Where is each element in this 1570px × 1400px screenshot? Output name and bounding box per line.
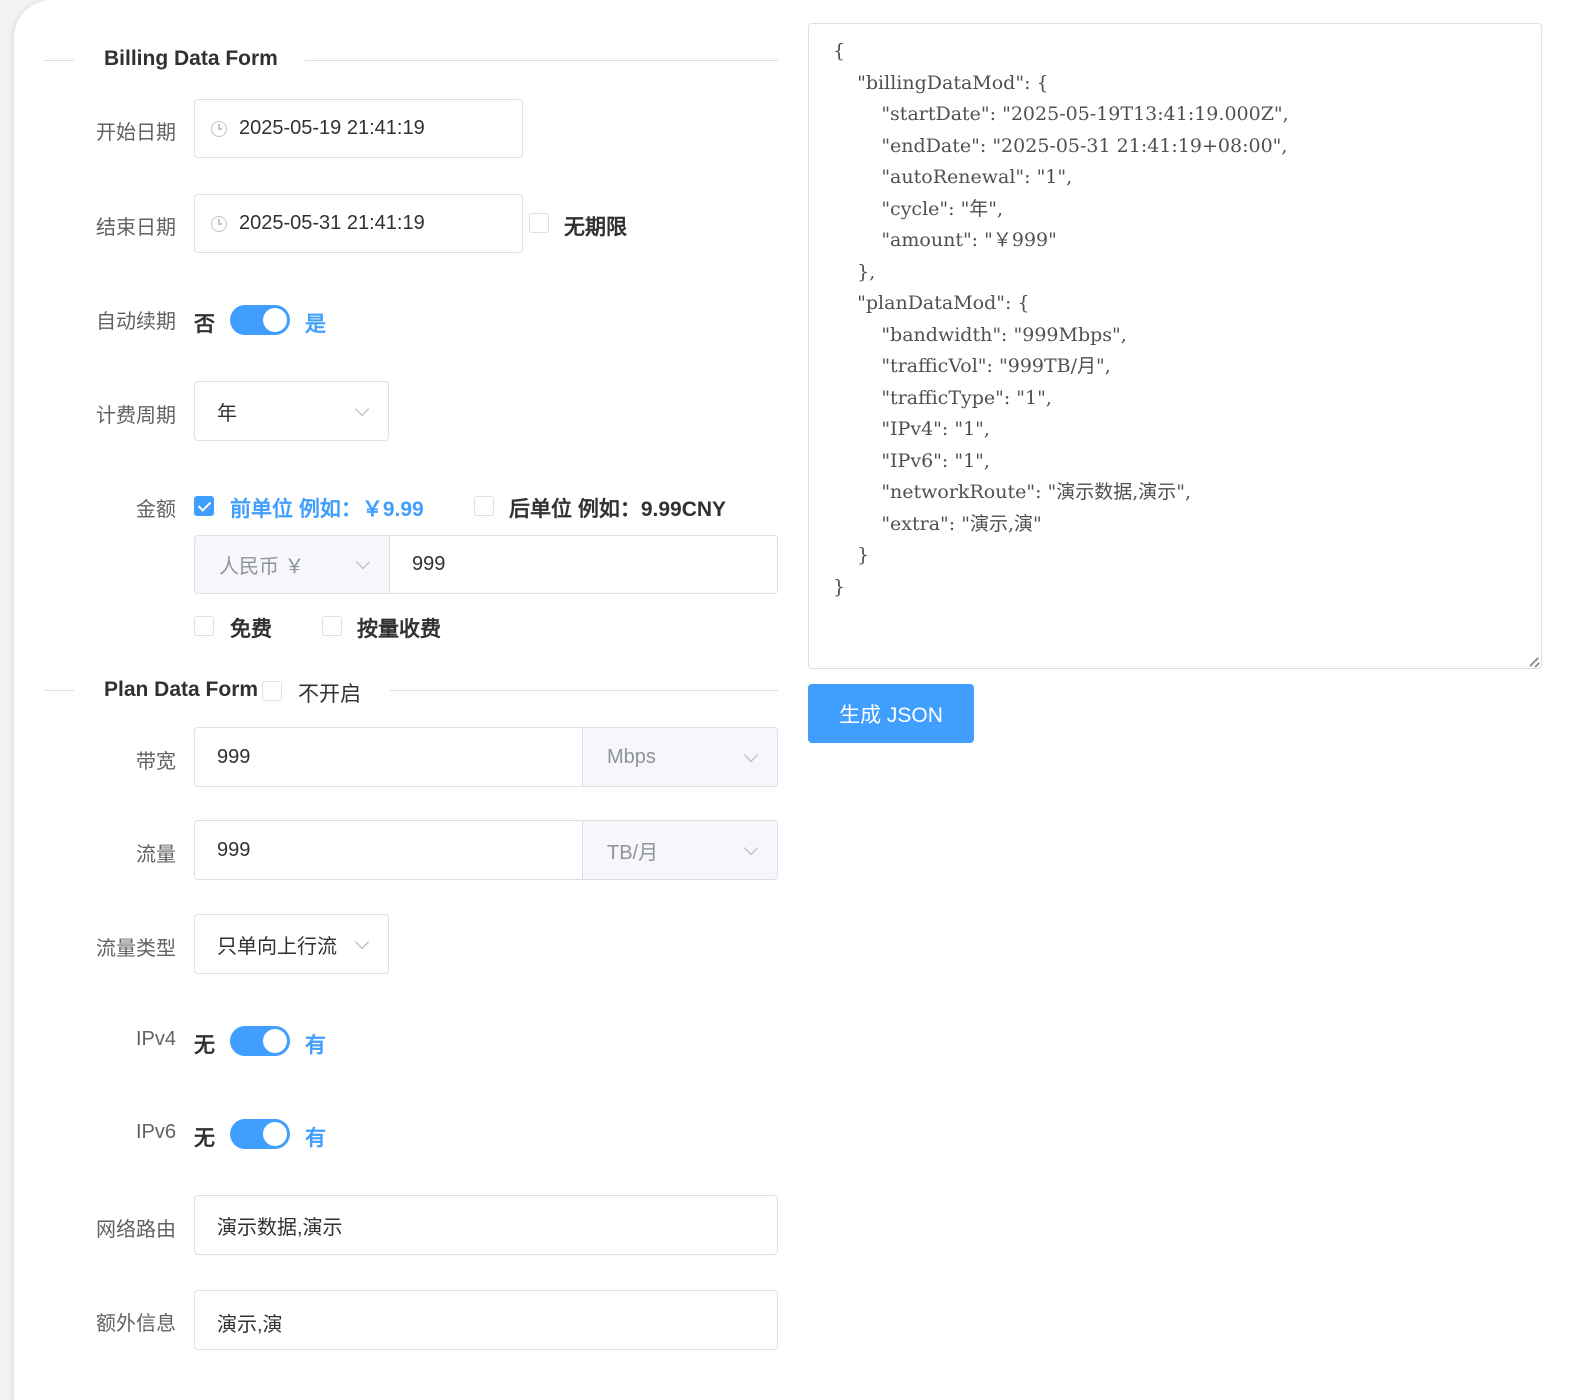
ipv6-on-text: 有 [305, 1127, 326, 1150]
cycle-value: 年 [217, 402, 237, 425]
traffic-unit-select[interactable]: TB/月 [582, 820, 778, 880]
divider-left [44, 690, 74, 691]
metered-checkbox[interactable] [322, 616, 342, 636]
billing-section-title: Billing Data Form [104, 47, 278, 70]
end-date-picker[interactable]: 2025-05-31 21:41:19 [194, 194, 523, 253]
bandwidth-input[interactable]: 999 [194, 727, 583, 787]
plan-section-title: Plan Data Form [104, 678, 259, 701]
traffic-type-value: 只单向上行流 [217, 935, 337, 958]
prefix-unit-label[interactable]: 前单位 例如：￥9.99 [230, 493, 424, 523]
ipv6-switch[interactable] [230, 1119, 290, 1149]
free-label[interactable]: 免费 [230, 613, 272, 643]
network-route-input[interactable]: 演示数据,演示 [194, 1195, 778, 1255]
auto-renewal-on-text: 是 [305, 313, 326, 336]
ipv4-off-text: 无 [194, 1034, 215, 1057]
traffic-unit: TB/月 [607, 841, 659, 864]
ipv4-label: IPv4 [135, 1028, 176, 1050]
amount-input[interactable]: 999 [389, 535, 778, 594]
unlimited-checkbox[interactable] [529, 213, 549, 233]
bandwidth-unit-select[interactable]: Mbps [582, 727, 778, 787]
traffic-value: 999 [217, 838, 251, 861]
extra-label: 额外信息 [96, 1313, 176, 1335]
ipv4-switch[interactable] [230, 1026, 290, 1056]
currency-select[interactable]: 人民币 ￥ [194, 535, 390, 594]
currency-value: 人民币 ￥ [219, 556, 305, 578]
plan-disable-checkbox[interactable] [262, 681, 282, 701]
bandwidth-label: 带宽 [136, 751, 176, 773]
clock-icon [211, 120, 227, 137]
plan-disable-label[interactable]: 不开启 [298, 678, 361, 708]
bandwidth-value: 999 [217, 745, 251, 768]
auto-renewal-label: 自动续期 [96, 311, 176, 333]
traffic-type-label: 流量类型 [96, 938, 176, 960]
end-date-label: 结束日期 [96, 217, 176, 239]
amount-value: 999 [412, 553, 446, 575]
ipv6-off-text: 无 [194, 1127, 215, 1150]
divider-right [390, 690, 778, 691]
traffic-input[interactable]: 999 [194, 820, 583, 880]
extra-value: 演示,演 [217, 1314, 283, 1336]
auto-renewal-switch[interactable] [230, 305, 290, 335]
network-route-label: 网络路由 [96, 1219, 176, 1241]
prefix-unit-checkbox[interactable] [194, 496, 214, 516]
suffix-unit-label[interactable]: 后单位 例如：9.99CNY [509, 493, 726, 523]
ipv4-on-text: 有 [305, 1034, 326, 1057]
cycle-select[interactable]: 年 [194, 381, 389, 441]
extra-input[interactable]: 演示,演 [194, 1290, 778, 1350]
cycle-label: 计费周期 [96, 405, 176, 427]
resize-handle-icon[interactable] [1529, 656, 1539, 666]
unlimited-label[interactable]: 无期限 [564, 211, 627, 241]
chevron-down-icon [354, 401, 370, 417]
chevron-down-icon [743, 747, 759, 763]
divider-left [44, 60, 74, 61]
network-route-value: 演示数据,演示 [217, 1216, 343, 1239]
traffic-label: 流量 [136, 844, 176, 866]
metered-label[interactable]: 按量收费 [357, 613, 441, 643]
end-date-value: 2025-05-31 21:41:19 [239, 212, 425, 234]
bandwidth-unit: Mbps [607, 745, 656, 768]
chevron-down-icon [743, 840, 759, 856]
chevron-down-icon [354, 934, 370, 950]
divider-right [305, 60, 778, 61]
generate-json-button[interactable]: 生成 JSON [808, 684, 974, 743]
auto-renewal-off-text: 否 [194, 313, 215, 336]
amount-label: 金额 [136, 499, 176, 521]
json-output-text: { "billingDataMod": { "startDate": "2025… [833, 40, 1289, 598]
clock-icon [211, 215, 227, 232]
suffix-unit-checkbox[interactable] [474, 496, 494, 516]
start-date-label: 开始日期 [96, 122, 176, 144]
ipv6-label: IPv6 [135, 1121, 176, 1143]
chevron-down-icon [355, 554, 371, 570]
json-output-textarea[interactable]: { "billingDataMod": { "startDate": "2025… [808, 23, 1542, 669]
start-date-picker[interactable]: 2025-05-19 21:41:19 [194, 99, 523, 158]
free-checkbox[interactable] [194, 616, 214, 636]
start-date-value: 2025-05-19 21:41:19 [239, 117, 425, 139]
traffic-type-select[interactable]: 只单向上行流 [194, 914, 389, 974]
